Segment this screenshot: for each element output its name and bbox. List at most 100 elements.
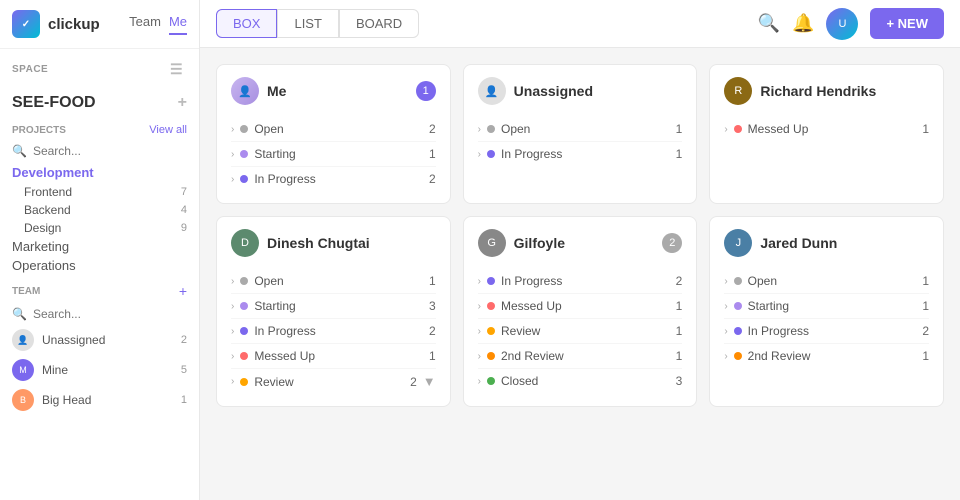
space-add-icon[interactable]: + — [178, 94, 187, 112]
new-button[interactable]: + NEW — [870, 8, 944, 39]
status-dot — [487, 125, 495, 133]
card-row-jared-2nd-review[interactable]: › 2nd Review 1 — [724, 343, 929, 368]
project-development[interactable]: Development — [0, 162, 199, 183]
collapse-icon[interactable]: ☰ — [166, 57, 187, 82]
card-row-gilfoyle-2nd-review[interactable]: › 2nd Review 1 — [478, 343, 683, 368]
list-view-button[interactable]: LIST — [277, 9, 338, 38]
team-search-input[interactable] — [33, 307, 187, 321]
card-row-jared-open[interactable]: › Open 1 — [724, 269, 929, 293]
card-body-richard: › Messed Up 1 — [710, 113, 943, 153]
chevron-icon: › — [724, 124, 727, 135]
card-row-gilfoyle-messed-up[interactable]: › Messed Up 1 — [478, 293, 683, 318]
card-row-gilfoyle-closed[interactable]: › Closed 3 — [478, 368, 683, 393]
status-count: 1 — [676, 147, 683, 161]
status-label: Closed — [501, 374, 538, 388]
status-dot — [734, 302, 742, 310]
projects-header: PROJECTS View all — [0, 120, 199, 140]
sidebar: ✓ clickup Team Me SPACE ☰ SEE-FOOD + PRO… — [0, 0, 200, 500]
status-count: 1 — [429, 147, 436, 161]
chevron-icon: › — [724, 351, 727, 362]
status-dot — [240, 277, 248, 285]
status-count: 2 — [429, 172, 436, 186]
logo-icon: ✓ — [12, 10, 40, 38]
operations-item[interactable]: Operations — [0, 256, 199, 275]
show-more-icon[interactable]: ▼ — [423, 374, 436, 389]
status-dot — [240, 352, 248, 360]
card-row-jared-in-progress[interactable]: › In Progress 2 — [724, 318, 929, 343]
card-row-gilfoyle-in-progress[interactable]: › In Progress 2 — [478, 269, 683, 293]
status-dot — [240, 175, 248, 183]
card-row-unassigned-open[interactable]: › Open 1 — [478, 117, 683, 141]
team-search[interactable]: 🔍 — [0, 303, 199, 325]
card-avatar-jared: J — [724, 229, 752, 257]
card-jared: J Jared Dunn › Open 1 — [709, 216, 944, 407]
member-bighead[interactable]: B Big Head 1 — [0, 385, 199, 415]
status-count: 1 — [922, 299, 929, 313]
card-row-gilfoyle-review[interactable]: › Review 1 — [478, 318, 683, 343]
card-row-dinesh-review[interactable]: › Review 2 ▼ — [231, 368, 436, 394]
card-row-me-open[interactable]: › Open 2 — [231, 117, 436, 141]
box-view-button[interactable]: BOX — [216, 9, 277, 38]
nav-tab-me[interactable]: Me — [169, 14, 187, 35]
card-row-dinesh-in-progress[interactable]: › In Progress 2 — [231, 318, 436, 343]
card-name-jared: Jared Dunn — [760, 235, 837, 251]
chevron-icon: › — [478, 124, 481, 135]
status-label: 2nd Review — [748, 349, 811, 363]
marketing-item[interactable]: Marketing — [0, 237, 199, 256]
card-avatar-me: 👤 — [231, 77, 259, 105]
card-row-dinesh-messed-up[interactable]: › Messed Up 1 — [231, 343, 436, 368]
card-row-dinesh-starting[interactable]: › Starting 3 — [231, 293, 436, 318]
card-name-dinesh: Dinesh Chugtai — [267, 235, 370, 251]
chevron-icon: › — [231, 351, 234, 362]
topbar: BOX LIST BOARD 🔍 🔔 U + NEW — [200, 0, 960, 48]
card-row-unassigned-in-progress[interactable]: › In Progress 1 — [478, 141, 683, 166]
member-mine[interactable]: M Mine 5 — [0, 355, 199, 385]
chevron-icon: › — [724, 326, 727, 337]
status-label: In Progress — [748, 324, 809, 338]
mine-avatar: M — [12, 359, 34, 381]
card-row-richard-messed-up[interactable]: › Messed Up 1 — [724, 117, 929, 141]
card-header-dinesh: D Dinesh Chugtai — [217, 217, 450, 265]
status-label: Messed Up — [501, 299, 562, 313]
chevron-icon: › — [231, 301, 234, 312]
card-body-unassigned: › Open 1 › In Progress — [464, 113, 697, 178]
card-row-me-starting[interactable]: › Starting 1 — [231, 141, 436, 166]
status-label: Starting — [254, 299, 295, 313]
card-avatar-dinesh: D — [231, 229, 259, 257]
status-count: 1 — [922, 349, 929, 363]
project-backend[interactable]: Backend 4 — [0, 201, 199, 219]
status-dot — [487, 377, 495, 385]
card-body-dinesh: › Open 1 › Starting — [217, 265, 450, 406]
board-view-button[interactable]: BOARD — [339, 9, 419, 38]
card-row-me-in-progress[interactable]: › In Progress 2 — [231, 166, 436, 191]
search-icon[interactable]: 🔍 — [758, 13, 780, 34]
status-count: 3 — [429, 299, 436, 313]
sidebar-search[interactable]: 🔍 — [0, 140, 199, 162]
card-avatar-gilfoyle: G — [478, 229, 506, 257]
status-label: Messed Up — [254, 349, 315, 363]
search-input[interactable] — [33, 144, 187, 158]
notifications-icon[interactable]: 🔔 — [792, 13, 814, 34]
projects-label: PROJECTS — [12, 125, 66, 136]
project-design[interactable]: Design 9 — [0, 219, 199, 237]
view-all-link[interactable]: View all — [149, 124, 187, 136]
project-frontend[interactable]: Frontend 7 — [0, 183, 199, 201]
status-count: 2 — [429, 122, 436, 136]
team-add-icon[interactable]: + — [179, 283, 187, 299]
status-count: 3 — [676, 374, 683, 388]
cards-grid: 👤 Me 1 › Open 2 — [200, 48, 960, 500]
chevron-icon: › — [478, 276, 481, 287]
user-avatar[interactable]: U — [826, 8, 858, 40]
member-unassigned[interactable]: 👤 Unassigned 2 — [0, 325, 199, 355]
card-header-unassigned: 👤 Unassigned — [464, 65, 697, 113]
status-dot — [734, 352, 742, 360]
status-label: In Progress — [501, 274, 562, 288]
logo-text: clickup — [48, 16, 100, 33]
nav-tab-team[interactable]: Team — [129, 14, 161, 35]
card-row-dinesh-open[interactable]: › Open 1 — [231, 269, 436, 293]
card-row-jared-starting[interactable]: › Starting 1 — [724, 293, 929, 318]
chevron-icon: › — [478, 301, 481, 312]
status-dot — [240, 150, 248, 158]
space-name[interactable]: SEE-FOOD + — [0, 90, 199, 120]
card-body-jared: › Open 1 › Starting — [710, 265, 943, 380]
